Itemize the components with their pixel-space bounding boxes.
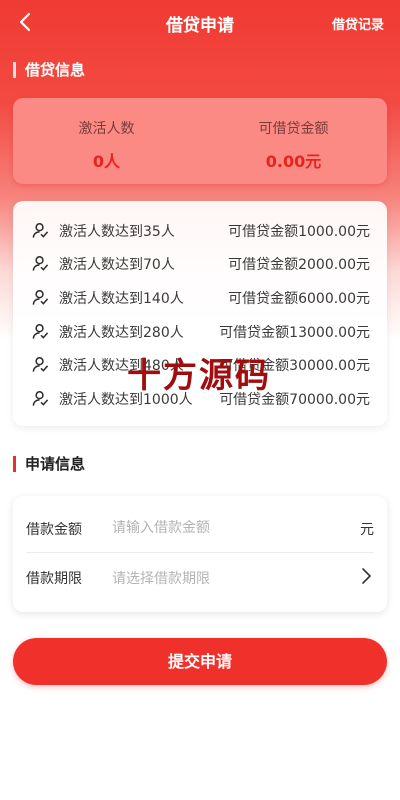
loan-amount-row: 借款金额 元 [26, 504, 374, 553]
chevron-right-icon[interactable] [360, 567, 372, 585]
apply-info-section-title: 申请信息 [13, 456, 85, 472]
tier-row: 激活人数达到70人 可借贷金额2000.00元 [13, 252, 387, 276]
loan-period-row[interactable]: 借款期限 请选择借款期限 [26, 553, 374, 601]
tier-condition: 激活人数达到140人 [59, 291, 184, 307]
tier-amount: 可借贷金额6000.00元 [228, 291, 370, 307]
loan-record-link[interactable]: 借贷记录 [332, 14, 384, 33]
tier-condition: 激活人数达到35人 [59, 224, 175, 240]
available-amount-stat: 可借贷金额 0.00元 [200, 118, 387, 172]
loan-period-select[interactable]: 请选择借款期限 [112, 568, 210, 588]
user-check-icon [32, 223, 49, 238]
apply-form-card: 借款金额 元 借款期限 请选择借款期限 [13, 496, 387, 612]
tier-row: 激活人数达到35人 可借贷金额1000.00元 [13, 219, 387, 243]
tier-row: 激活人数达到280人 可借贷金额13000.00元 [13, 320, 387, 344]
loan-amount-input[interactable] [112, 514, 332, 542]
tier-amount: 可借贷金额13000.00元 [219, 325, 370, 341]
user-check-icon [32, 324, 49, 339]
activated-count-stat: 激活人数 0人 [13, 118, 200, 172]
user-check-icon [32, 357, 49, 372]
tier-amount: 可借贷金额1000.00元 [228, 224, 370, 240]
user-check-icon [32, 391, 49, 406]
watermark: 十方源码 [127, 356, 271, 396]
available-amount-label: 可借贷金额 [258, 121, 329, 137]
stats-card: 激活人数 0人 可借贷金额 0.00元 [13, 98, 387, 184]
available-amount-value: 0.00元 [265, 152, 322, 171]
submit-button[interactable]: 提交申请 [13, 638, 387, 685]
tier-row: 激活人数达到140人 可借贷金额6000.00元 [13, 286, 387, 310]
activated-count-label: 激活人数 [78, 121, 135, 137]
activated-count-value: 0人 [92, 152, 121, 171]
tier-condition: 激活人数达到70人 [59, 257, 175, 273]
tier-condition: 激活人数达到280人 [59, 325, 184, 341]
user-check-icon [32, 290, 49, 305]
loan-amount-label: 借款金额 [26, 522, 82, 538]
user-check-icon [32, 256, 49, 271]
loan-period-label: 借款期限 [26, 571, 82, 587]
nav-bar: 借贷申请 借贷记录 [0, 0, 400, 46]
loan-info-section-title: 借贷信息 [13, 62, 85, 78]
loan-amount-unit: 元 [360, 522, 374, 538]
tier-amount: 可借贷金额2000.00元 [228, 257, 370, 273]
